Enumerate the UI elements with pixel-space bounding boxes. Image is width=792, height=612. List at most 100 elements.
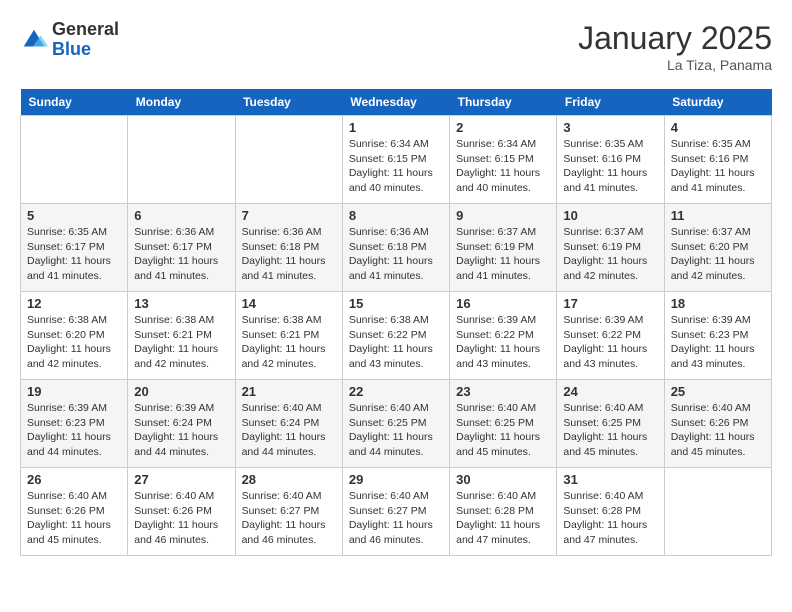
day-of-week-header: Friday [557, 89, 664, 116]
day-of-week-header: Thursday [450, 89, 557, 116]
day-number: 21 [242, 384, 336, 399]
day-number: 13 [134, 296, 228, 311]
calendar-day-cell: 15 Sunrise: 6:38 AMSunset: 6:22 PMDayligh… [342, 292, 449, 380]
day-info: Sunrise: 6:40 AMSunset: 6:25 PMDaylight:… [349, 401, 443, 460]
day-of-week-header: Monday [128, 89, 235, 116]
day-info: Sunrise: 6:39 AMSunset: 6:24 PMDaylight:… [134, 401, 228, 460]
calendar-week-row: 12 Sunrise: 6:38 AMSunset: 6:20 PMDayligh… [21, 292, 772, 380]
calendar-day-cell: 2 Sunrise: 6:34 AMSunset: 6:15 PMDaylight… [450, 116, 557, 204]
calendar-day-cell: 14 Sunrise: 6:38 AMSunset: 6:21 PMDayligh… [235, 292, 342, 380]
day-info: Sunrise: 6:38 AMSunset: 6:21 PMDaylight:… [134, 313, 228, 372]
day-number: 30 [456, 472, 550, 487]
calendar-day-cell: 8Sunrise: 6:36 AMSunset: 6:18 PMDaylight… [342, 204, 449, 292]
calendar-day-cell: 11 Sunrise: 6:37 AMSunset: 6:20 PMDayligh… [664, 204, 771, 292]
month-year-heading: January 2025 [578, 20, 772, 57]
day-info: Sunrise: 6:37 AMSunset: 6:20 PMDaylight:… [671, 225, 765, 284]
day-number: 31 [563, 472, 657, 487]
day-number: 5 [27, 208, 121, 223]
day-number: 9 [456, 208, 550, 223]
calendar-day-cell: 18Sunrise: 6:39 AMSunset: 6:23 PMDayligh… [664, 292, 771, 380]
day-number: 27 [134, 472, 228, 487]
calendar-day-cell [128, 116, 235, 204]
calendar-day-cell: 17 Sunrise: 6:39 AMSunset: 6:22 PMDayligh… [557, 292, 664, 380]
calendar-day-cell: 24Sunrise: 6:40 AMSunset: 6:25 PMDayligh… [557, 380, 664, 468]
logo-general-text: General [52, 19, 119, 39]
day-of-week-header: Sunday [21, 89, 128, 116]
day-info: Sunrise: 6:40 AMSunset: 6:26 PMDaylight:… [671, 401, 765, 460]
calendar-week-row: 26Sunrise: 6:40 AMSunset: 6:26 PMDayligh… [21, 468, 772, 556]
day-info: Sunrise: 6:40 AMSunset: 6:28 PMDaylight:… [563, 489, 657, 548]
calendar-day-cell: 25 Sunrise: 6:40 AMSunset: 6:26 PMDayligh… [664, 380, 771, 468]
calendar-day-cell: 13 Sunrise: 6:38 AMSunset: 6:21 PMDayligh… [128, 292, 235, 380]
calendar-day-cell [664, 468, 771, 556]
calendar-day-cell: 26Sunrise: 6:40 AMSunset: 6:26 PMDayligh… [21, 468, 128, 556]
day-number: 4 [671, 120, 765, 135]
calendar-day-cell: 3 Sunrise: 6:35 AMSunset: 6:16 PMDaylight… [557, 116, 664, 204]
page-header: General Blue January 2025 La Tiza, Panam… [20, 20, 772, 73]
day-info: Sunrise: 6:35 AMSunset: 6:17 PMDaylight:… [27, 225, 121, 284]
logo-blue-text: Blue [52, 39, 91, 59]
day-info: Sunrise: 6:35 AMSunset: 6:16 PMDaylight:… [671, 137, 765, 196]
calendar-table: SundayMondayTuesdayWednesdayThursdayFrid… [20, 89, 772, 556]
calendar-day-cell: 21Sunrise: 6:40 AMSunset: 6:24 PMDayligh… [235, 380, 342, 468]
day-number: 19 [27, 384, 121, 399]
day-info: Sunrise: 6:39 AMSunset: 6:23 PMDaylight:… [27, 401, 121, 460]
calendar-day-cell: 28Sunrise: 6:40 AMSunset: 6:27 PMDayligh… [235, 468, 342, 556]
day-info: Sunrise: 6:40 AMSunset: 6:25 PMDaylight:… [563, 401, 657, 460]
day-info: Sunrise: 6:36 AMSunset: 6:17 PMDaylight:… [134, 225, 228, 284]
location-text: La Tiza, Panama [578, 57, 772, 73]
day-number: 20 [134, 384, 228, 399]
day-number: 18 [671, 296, 765, 311]
day-of-week-header: Wednesday [342, 89, 449, 116]
day-info: Sunrise: 6:38 AMSunset: 6:20 PMDaylight:… [27, 313, 121, 372]
calendar-day-cell: 31 Sunrise: 6:40 AMSunset: 6:28 PMDayligh… [557, 468, 664, 556]
day-info: Sunrise: 6:40 AMSunset: 6:27 PMDaylight:… [242, 489, 336, 548]
calendar-week-row: 5 Sunrise: 6:35 AMSunset: 6:17 PMDaylight… [21, 204, 772, 292]
calendar-day-cell: 29Sunrise: 6:40 AMSunset: 6:27 PMDayligh… [342, 468, 449, 556]
day-number: 23 [456, 384, 550, 399]
day-number: 1 [349, 120, 443, 135]
calendar-day-cell: 20 Sunrise: 6:39 AMSunset: 6:24 PMDayligh… [128, 380, 235, 468]
calendar-day-cell: 5 Sunrise: 6:35 AMSunset: 6:17 PMDaylight… [21, 204, 128, 292]
day-number: 3 [563, 120, 657, 135]
day-info: Sunrise: 6:40 AMSunset: 6:28 PMDaylight:… [456, 489, 550, 548]
day-number: 6 [134, 208, 228, 223]
day-number: 25 [671, 384, 765, 399]
day-info: Sunrise: 6:38 AMSunset: 6:21 PMDaylight:… [242, 313, 336, 372]
day-number: 17 [563, 296, 657, 311]
day-number: 10 [563, 208, 657, 223]
calendar-day-cell: 6 Sunrise: 6:36 AMSunset: 6:17 PMDaylight… [128, 204, 235, 292]
day-number: 11 [671, 208, 765, 223]
calendar-week-row: 1 Sunrise: 6:34 AMSunset: 6:15 PMDaylight… [21, 116, 772, 204]
day-number: 8 [349, 208, 443, 223]
day-info: Sunrise: 6:35 AMSunset: 6:16 PMDaylight:… [563, 137, 657, 196]
day-info: Sunrise: 6:37 AMSunset: 6:19 PMDaylight:… [563, 225, 657, 284]
day-number: 12 [27, 296, 121, 311]
calendar-day-cell [235, 116, 342, 204]
day-number: 7 [242, 208, 336, 223]
day-number: 15 [349, 296, 443, 311]
day-number: 14 [242, 296, 336, 311]
day-number: 16 [456, 296, 550, 311]
calendar-day-cell: 19 Sunrise: 6:39 AMSunset: 6:23 PMDayligh… [21, 380, 128, 468]
day-number: 26 [27, 472, 121, 487]
calendar-day-cell: 16Sunrise: 6:39 AMSunset: 6:22 PMDayligh… [450, 292, 557, 380]
calendar-body: 1 Sunrise: 6:34 AMSunset: 6:15 PMDaylight… [21, 116, 772, 556]
day-number: 2 [456, 120, 550, 135]
day-info: Sunrise: 6:38 AMSunset: 6:22 PMDaylight:… [349, 313, 443, 372]
day-info: Sunrise: 6:40 AMSunset: 6:25 PMDaylight:… [456, 401, 550, 460]
day-info: Sunrise: 6:40 AMSunset: 6:27 PMDaylight:… [349, 489, 443, 548]
day-info: Sunrise: 6:34 AMSunset: 6:15 PMDaylight:… [456, 137, 550, 196]
day-info: Sunrise: 6:37 AMSunset: 6:19 PMDaylight:… [456, 225, 550, 284]
day-info: Sunrise: 6:39 AMSunset: 6:22 PMDaylight:… [563, 313, 657, 372]
calendar-week-row: 19 Sunrise: 6:39 AMSunset: 6:23 PMDayligh… [21, 380, 772, 468]
calendar-day-cell: 12 Sunrise: 6:38 AMSunset: 6:20 PMDayligh… [21, 292, 128, 380]
day-info: Sunrise: 6:36 AMSunset: 6:18 PMDaylight:… [242, 225, 336, 284]
title-block: January 2025 La Tiza, Panama [578, 20, 772, 73]
calendar-day-cell: 22 Sunrise: 6:40 AMSunset: 6:25 PMDayligh… [342, 380, 449, 468]
day-of-week-header: Saturday [664, 89, 771, 116]
logo: General Blue [20, 20, 119, 60]
logo-icon [20, 26, 48, 54]
calendar-day-cell: 23 Sunrise: 6:40 AMSunset: 6:25 PMDayligh… [450, 380, 557, 468]
day-number: 22 [349, 384, 443, 399]
